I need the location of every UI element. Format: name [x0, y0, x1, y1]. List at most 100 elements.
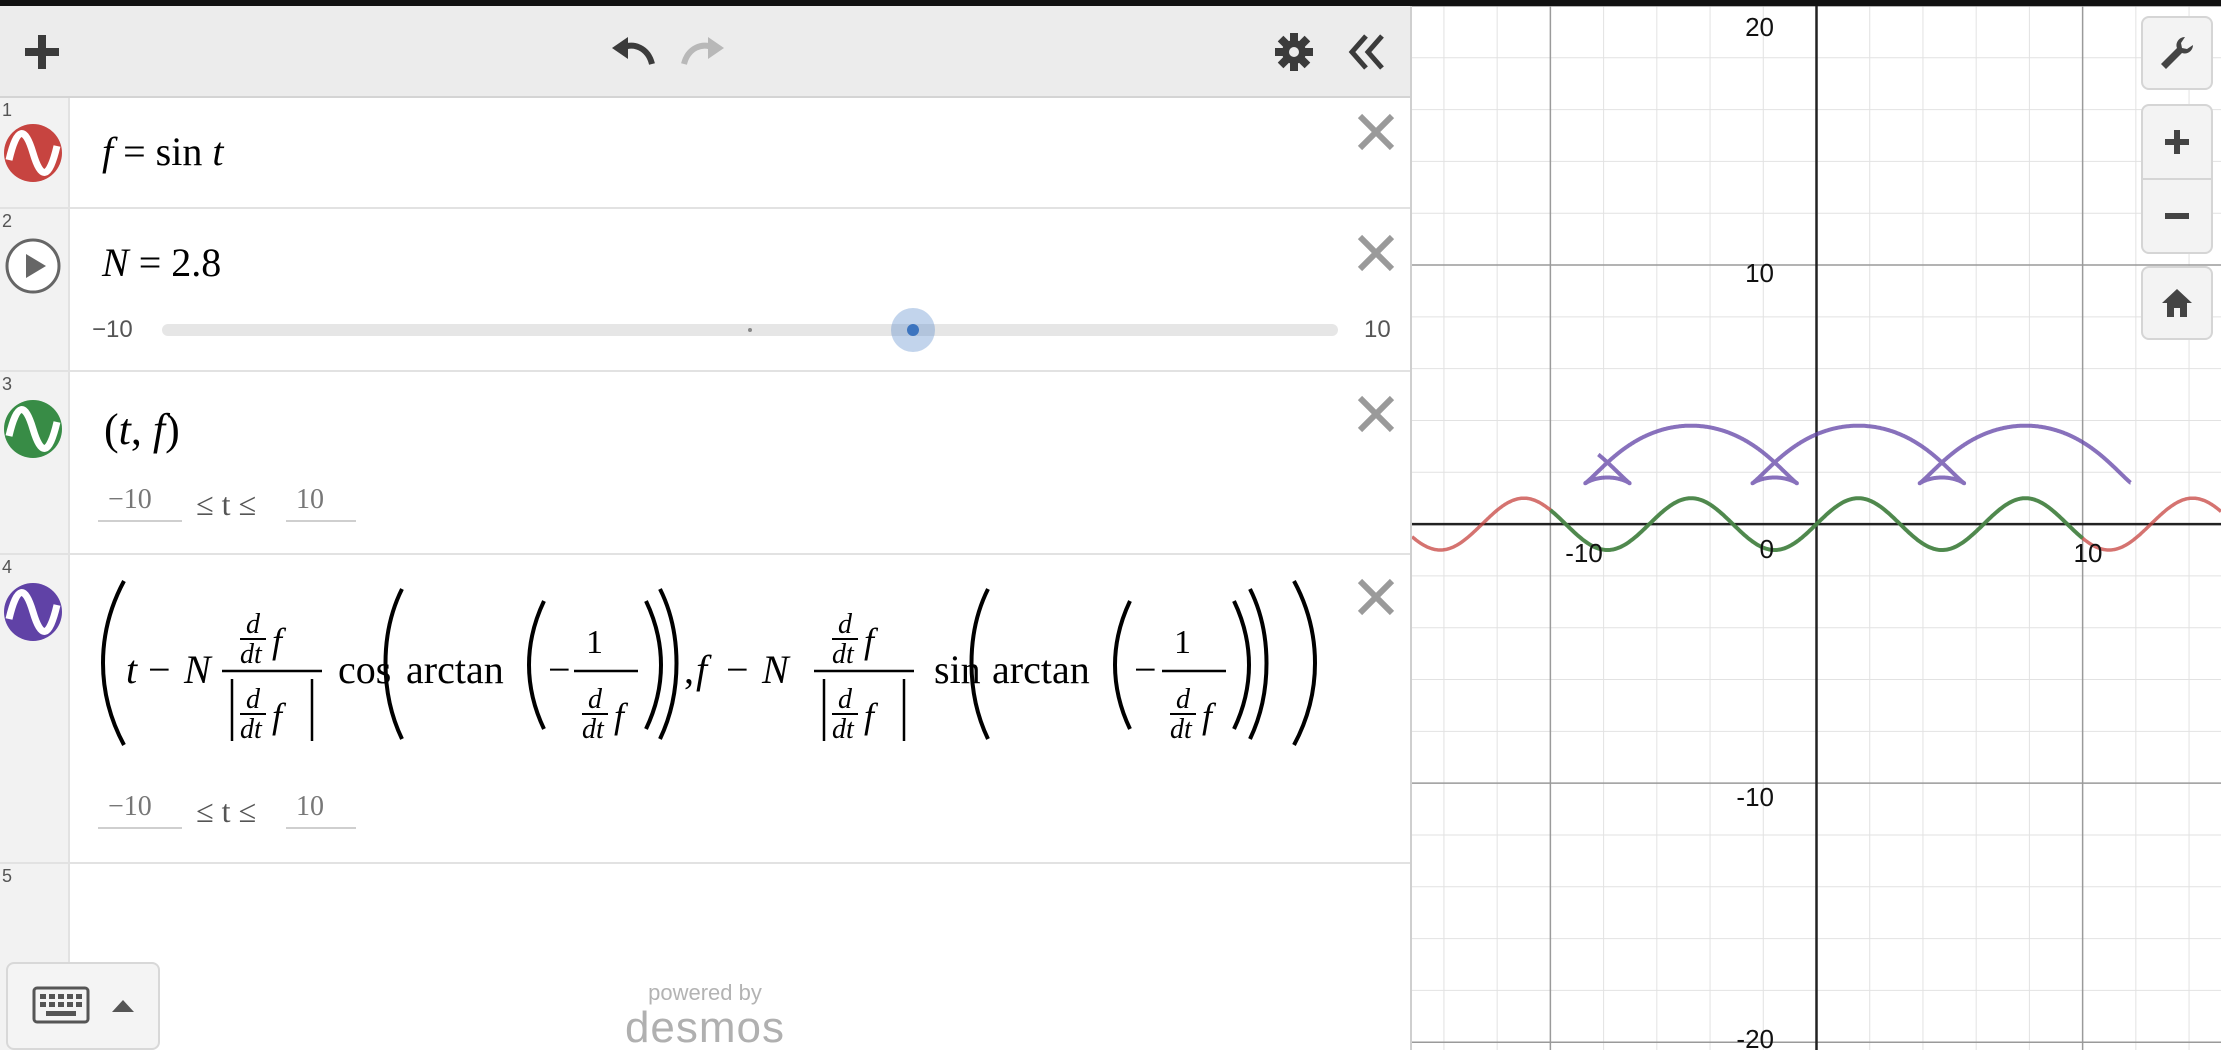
domain-max-input[interactable]: 10	[286, 484, 356, 522]
offset-curve-purple	[1583, 423, 2133, 486]
slider-max-label[interactable]: 10	[1364, 316, 1391, 344]
redo-button[interactable]	[678, 26, 730, 78]
expression-row-2[interactable]: 2 N = 2.8 −10 10	[0, 209, 1410, 372]
y-tick-label-neg10: -10	[1736, 782, 1774, 812]
zoom-in-button[interactable]	[2141, 104, 2213, 180]
redo-icon	[681, 37, 724, 65]
svg-text:−: −	[726, 647, 749, 692]
expression-gutter: 4	[0, 555, 70, 862]
svg-text:d: d	[588, 684, 603, 715]
expression-panel: 1 f = sin t 2 N = 2.8 −10 10 3 (t, f) −1…	[0, 6, 1412, 1050]
svg-text:N: N	[183, 647, 213, 692]
wrench-icon	[2161, 37, 2193, 69]
svg-text:1: 1	[586, 624, 603, 661]
row-number: 5	[2, 866, 13, 886]
svg-text:d: d	[838, 684, 853, 715]
expression-row-4[interactable]: 4 t − N d dt f d dt f cos arctan − 1 d d…	[0, 555, 1410, 864]
sine-wave-icon[interactable]	[4, 583, 62, 641]
svg-text:f: f	[864, 621, 879, 661]
row-number: 3	[2, 374, 13, 394]
svg-text:dt: dt	[240, 639, 263, 670]
row-number: 4	[2, 557, 13, 577]
slider-zero-mark	[748, 328, 752, 332]
settings-button[interactable]	[1268, 26, 1320, 78]
minus-icon	[2165, 213, 2189, 219]
desmos-app: 1 f = sin t 2 N = 2.8 −10 10 3 (t, f) −1…	[0, 0, 2221, 1050]
expression-gutter: 3	[0, 372, 70, 553]
svg-text:,: ,	[684, 647, 694, 692]
graph-settings-button[interactable]	[2141, 16, 2213, 90]
svg-text:f: f	[614, 696, 629, 736]
svg-text:dt: dt	[832, 639, 855, 670]
y-tick-label-20: 20	[1745, 12, 1774, 42]
slider-handle-dot	[907, 324, 919, 336]
svg-text:f: f	[696, 647, 712, 692]
origin-label: 0	[1760, 534, 1774, 564]
svg-text:1: 1	[1174, 624, 1191, 661]
expression-math[interactable]: N = 2.8	[102, 239, 221, 286]
default-viewport-button[interactable]	[2141, 266, 2213, 340]
expression-math[interactable]: f = sin t	[102, 128, 224, 175]
domain-max-input[interactable]: 10	[286, 791, 356, 829]
domain-min-input[interactable]: −10	[98, 484, 182, 522]
delete-expression-icon[interactable]	[1354, 575, 1398, 619]
delete-expression-icon[interactable]	[1354, 110, 1398, 154]
keyboard-toggle-button[interactable]	[6, 962, 160, 1050]
keyboard-icon	[32, 986, 90, 1024]
axes	[1412, 6, 2221, 1050]
graph-canvas[interactable]: 20 10 -10 -20 -10 10 0	[1412, 6, 2221, 1050]
double-chevron-left-icon	[1348, 34, 1384, 70]
sine-wave-icon[interactable]	[4, 124, 62, 182]
domain-min-input[interactable]: −10	[98, 791, 182, 829]
slider-handle[interactable]	[891, 308, 935, 352]
expression-math[interactable]: (t, f)	[104, 404, 180, 455]
svg-text:t: t	[126, 647, 138, 692]
svg-text:arctan: arctan	[992, 647, 1090, 692]
play-icon[interactable]	[4, 237, 62, 295]
svg-text:f: f	[1202, 696, 1217, 736]
undo-button[interactable]	[606, 26, 658, 78]
svg-text:dt: dt	[240, 714, 263, 745]
expression-math[interactable]: t − N d dt f d dt f cos arctan − 1 d dt …	[100, 573, 1320, 753]
svg-text:dt: dt	[832, 714, 855, 745]
y-tick-label-10: 10	[1745, 258, 1774, 288]
svg-text:d: d	[246, 684, 261, 715]
sine-wave-icon[interactable]	[4, 400, 62, 458]
slider-min-label[interactable]: −10	[92, 316, 133, 344]
collapse-panel-button[interactable]	[1340, 26, 1392, 78]
caret-up-icon	[112, 1000, 134, 1012]
row-number: 2	[2, 211, 13, 231]
svg-text:d: d	[1176, 684, 1191, 715]
home-icon	[2162, 289, 2192, 317]
powered-by-desmos[interactable]: powered by desmos	[620, 980, 790, 1050]
svg-text:f: f	[864, 696, 879, 736]
svg-text:arctan: arctan	[406, 647, 504, 692]
y-tick-label-neg20: -20	[1736, 1024, 1774, 1050]
expression-gutter: 2	[0, 209, 70, 370]
svg-text:−: −	[1134, 647, 1157, 692]
expression-gutter: 1	[0, 98, 70, 207]
delete-expression-icon[interactable]	[1354, 231, 1398, 275]
x-tick-label-neg10: -10	[1565, 538, 1603, 568]
svg-text:cos: cos	[338, 647, 391, 692]
undo-icon	[612, 37, 655, 65]
svg-text:dt: dt	[1170, 714, 1193, 745]
add-item-button[interactable]	[16, 26, 68, 78]
expression-row-1[interactable]: 1 f = sin t	[0, 98, 1410, 209]
gear-icon	[1275, 33, 1313, 71]
zoom-out-button[interactable]	[2141, 178, 2213, 254]
expression-row-3[interactable]: 3 (t, f) −10 ≤ t ≤ 10	[0, 372, 1410, 555]
svg-text:d: d	[838, 609, 853, 640]
expression-toolbar	[0, 6, 1410, 98]
delete-expression-icon[interactable]	[1354, 392, 1398, 436]
svg-text:−: −	[148, 647, 171, 692]
plus-icon	[2165, 130, 2189, 154]
svg-text:f: f	[272, 696, 287, 736]
x-tick-label-10: 10	[2074, 538, 2103, 568]
svg-text:−: −	[548, 647, 571, 692]
plus-icon	[25, 35, 59, 69]
svg-text:dt: dt	[582, 714, 605, 745]
graph-paper[interactable]: 20 10 -10 -20 -10 10 0	[1412, 6, 2221, 1050]
svg-text:N: N	[761, 647, 791, 692]
tick-labels: 20 10 -10 -20 -10 10 0	[1565, 12, 2102, 1050]
